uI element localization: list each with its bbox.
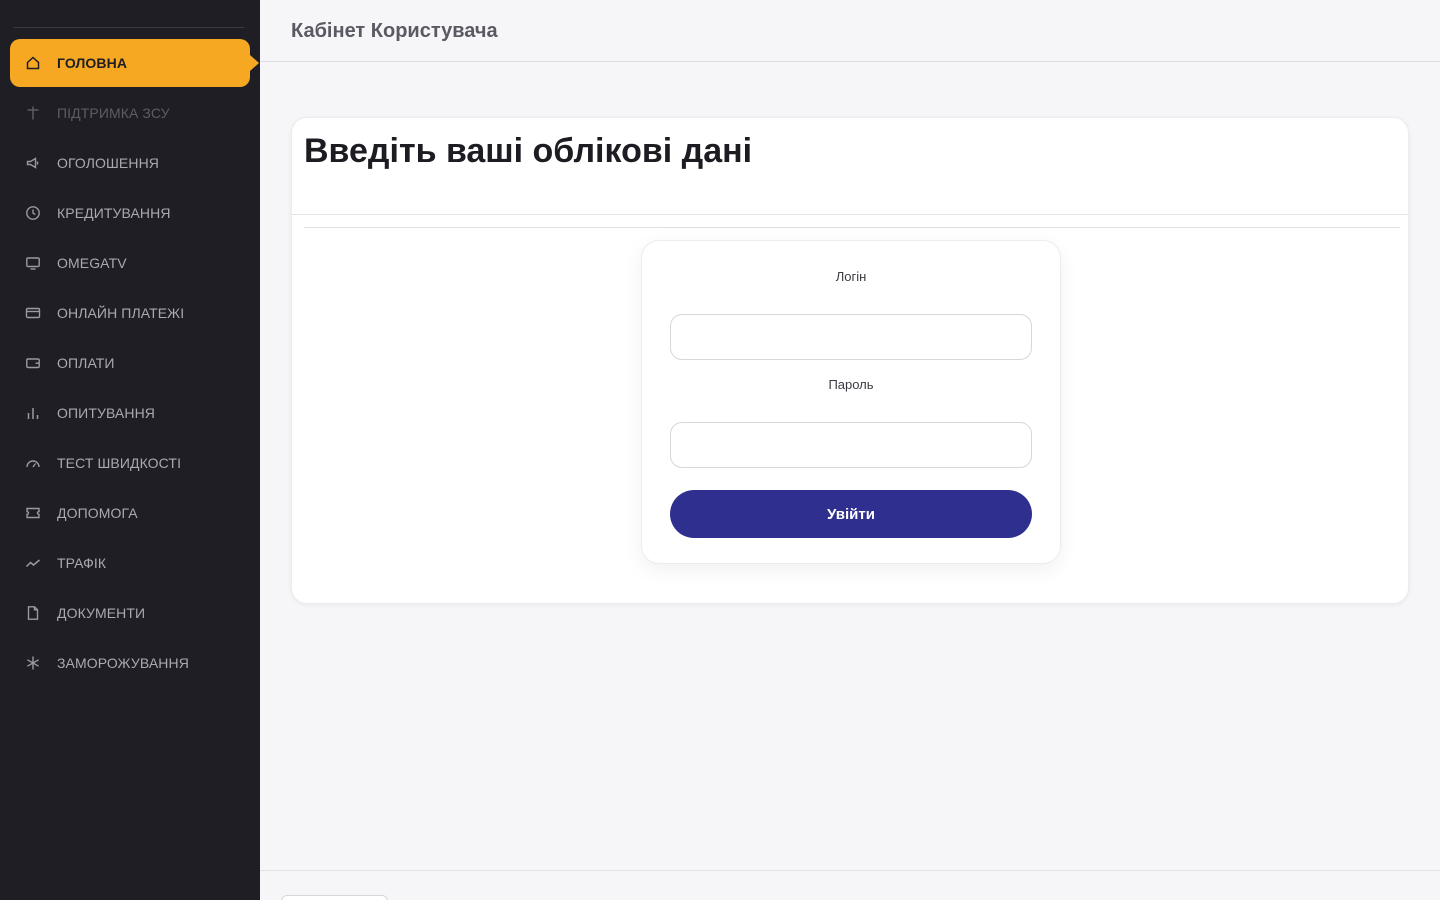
tv-icon (24, 254, 42, 272)
sidebar-item-label: ОПИТУВАННЯ (57, 405, 156, 421)
clock-icon (24, 204, 42, 222)
login-button[interactable]: Увійти (670, 490, 1032, 538)
sidebar-item-support-zsu[interactable]: ПІДТРИМКА ЗСУ (10, 89, 250, 137)
sidebar-item-crediting[interactable]: КРЕДИТУВАННЯ (10, 189, 250, 237)
sidebar-item-label: OMEGATV (57, 255, 127, 271)
footer-divider (260, 870, 1440, 871)
bar-chart-icon (24, 404, 42, 422)
sidebar-item-omegatv[interactable]: OMEGATV (10, 239, 250, 287)
login-form: Логін Пароль Увійти (641, 240, 1061, 564)
sidebar-item-label: ПІДТРИМКА ЗСУ (57, 105, 170, 121)
sidebar-item-label: ЗАМОРОЖУВАННЯ (57, 655, 189, 671)
login-input[interactable] (670, 314, 1032, 360)
sidebar-divider (14, 27, 244, 28)
login-label: Логін (835, 269, 867, 284)
sidebar-item-label: КРЕДИТУВАННЯ (57, 205, 171, 221)
card-divider-inner (304, 227, 1400, 228)
snowflake-icon (24, 654, 42, 672)
document-icon (24, 604, 42, 622)
sidebar-item-traffic[interactable]: ТРАФІК (10, 539, 250, 587)
wallet-icon (24, 354, 42, 372)
sidebar-item-announcements[interactable]: ОГОЛОШЕННЯ (10, 139, 250, 187)
sidebar-item-payments[interactable]: ОПЛАТИ (10, 339, 250, 387)
sidebar-item-home[interactable]: ГОЛОВНА (10, 39, 259, 87)
sidebar-item-speed-test[interactable]: ТЕСТ ШВИДКОСТІ (10, 439, 250, 487)
sidebar-item-documents[interactable]: ДОКУМЕНТИ (10, 589, 250, 637)
card-title: Введіть ваші облікові дані (304, 132, 753, 170)
speedometer-icon (24, 454, 42, 472)
trend-line-icon (24, 554, 42, 572)
ticket-icon (24, 504, 42, 522)
sidebar-item-label: ДОПОМОГА (57, 505, 138, 521)
home-icon (24, 54, 42, 72)
sidebar-item-label: ТЕСТ ШВИДКОСТІ (57, 455, 182, 471)
cross-icon (24, 104, 42, 122)
sidebar-item-label: ТРАФІК (57, 555, 107, 571)
password-input[interactable] (670, 422, 1032, 468)
sidebar-item-label: ОГОЛОШЕННЯ (57, 155, 159, 171)
login-card: Введіть ваші облікові дані Логін Пароль … (291, 117, 1409, 604)
sidebar-item-freeze[interactable]: ЗАМОРОЖУВАННЯ (10, 639, 250, 687)
sidebar-item-surveys[interactable]: ОПИТУВАННЯ (10, 389, 250, 437)
sidebar-nav: ГОЛОВНА ПІДТРИМКА ЗСУ ОГОЛОШЕННЯ КРЕДИТУ… (10, 39, 259, 689)
sidebar-item-label: ОПЛАТИ (57, 355, 115, 371)
password-label: Пароль (828, 377, 874, 392)
sidebar: ГОЛОВНА ПІДТРИМКА ЗСУ ОГОЛОШЕННЯ КРЕДИТУ… (0, 0, 260, 900)
sidebar-item-help[interactable]: ДОПОМОГА (10, 489, 250, 537)
sidebar-item-label: ДОКУМЕНТИ (57, 605, 146, 621)
footer-button[interactable] (281, 895, 388, 900)
megaphone-icon (24, 154, 42, 172)
top-bar: Кабінет Користувача (260, 0, 1440, 62)
sidebar-item-online-payments[interactable]: ОНЛАЙН ПЛАТЕЖІ (10, 289, 250, 337)
sidebar-item-label: ГОЛОВНА (57, 55, 128, 71)
credit-card-icon (24, 304, 42, 322)
page-title: Кабінет Користувача (291, 20, 498, 42)
sidebar-item-label: ОНЛАЙН ПЛАТЕЖІ (57, 305, 185, 321)
card-divider (292, 214, 1408, 215)
